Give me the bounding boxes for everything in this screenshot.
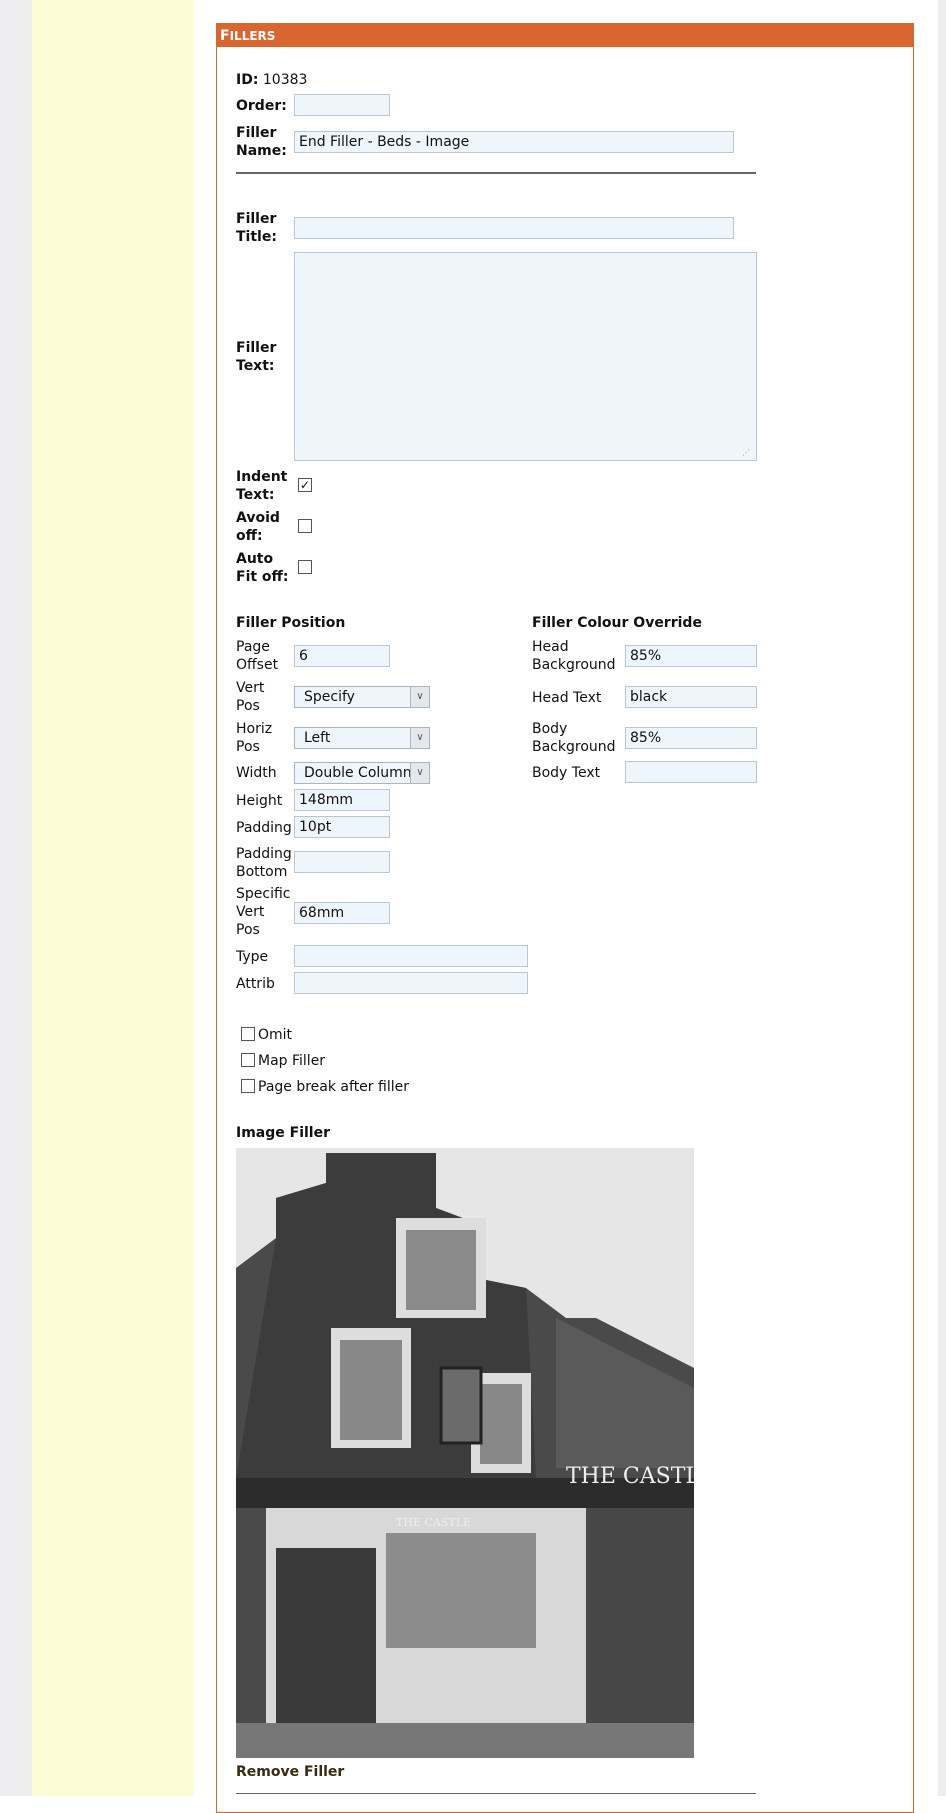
resize-grip-icon[interactable]: ⋰ <box>742 449 752 459</box>
body-background-label: Body Background <box>532 721 616 755</box>
specific-vert-pos-label: Specific Vert Pos <box>236 886 291 938</box>
height-input[interactable]: 148mm <box>294 789 390 811</box>
vert-pos-label: Vert Pos <box>236 680 265 714</box>
head-text-input[interactable]: black <box>625 686 757 708</box>
auto-fit-off-checkbox[interactable] <box>298 560 312 574</box>
body-text-label: Body Text <box>532 765 601 781</box>
id-row: ID: 10383 <box>236 72 307 88</box>
indent-text-checkbox[interactable]: ✓ <box>298 478 312 492</box>
page-break-label: Page break after filler <box>258 1079 409 1095</box>
image-filler-heading: Image Filler <box>236 1125 330 1141</box>
map-filler-label: Map Filler <box>258 1053 326 1069</box>
filler-name-label: Filler Name: <box>236 125 287 159</box>
divider <box>236 172 756 174</box>
filler-text-label: Filler Text: <box>236 340 277 374</box>
height-label: Height <box>236 793 283 809</box>
id-label: ID: <box>236 72 259 88</box>
pub-photo: THE CASTLE THE CASTLE <box>236 1148 694 1758</box>
avoid-off-checkbox[interactable] <box>298 519 312 533</box>
head-background-input[interactable]: 85% <box>625 645 757 667</box>
filler-image: THE CASTLE THE CASTLE <box>236 1148 694 1758</box>
omit-checkbox[interactable] <box>241 1027 255 1041</box>
chevron-down-icon: ∨ <box>410 687 429 707</box>
checkmark-icon: ✓ <box>299 478 311 492</box>
attrib-label: Attrib <box>236 976 275 992</box>
auto-fit-off-label: Auto Fit off: <box>236 551 289 585</box>
filler-position-heading: Filler Position <box>236 615 346 631</box>
sidebar <box>32 0 194 1796</box>
width-label: Width <box>236 765 277 781</box>
avoid-off-label: Avoid off: <box>236 510 280 544</box>
panel-header: FILLERS <box>217 23 913 47</box>
omit-label: Omit <box>258 1027 293 1043</box>
fascia-text: THE CASTLE <box>396 1516 471 1529</box>
pub-sign-text: THE CASTLE <box>566 1464 694 1489</box>
attrib-input[interactable] <box>294 972 528 994</box>
map-filler-checkbox[interactable] <box>241 1053 255 1067</box>
padding-input[interactable]: 10pt <box>294 816 390 838</box>
filler-title-label: Filler Title: <box>236 211 277 245</box>
head-text-label: Head Text <box>532 690 602 706</box>
filler-text-textarea[interactable] <box>294 252 757 461</box>
order-label: Order: <box>236 98 287 114</box>
padding-bottom-label: Padding Bottom <box>236 846 292 880</box>
remove-filler-link[interactable]: Remove Filler <box>236 1764 344 1780</box>
filler-colour-override-heading: Filler Colour Override <box>532 615 702 631</box>
type-label: Type <box>236 949 269 965</box>
type-input[interactable] <box>294 945 528 967</box>
vert-pos-select[interactable]: Specify ∨ <box>294 686 430 708</box>
chevron-down-icon: ∨ <box>410 728 429 748</box>
padding-bottom-input[interactable] <box>294 851 390 873</box>
left-gutter <box>0 0 32 1796</box>
horiz-pos-label: Horiz Pos <box>236 721 273 755</box>
order-input[interactable] <box>294 94 390 116</box>
width-select[interactable]: Double Column ∨ <box>294 762 430 784</box>
page-offset-label: Page Offset <box>236 639 279 673</box>
body-text-input[interactable] <box>625 761 757 783</box>
head-background-label: Head Background <box>532 639 616 673</box>
filler-name-input[interactable]: End Filler - Beds - Image <box>294 131 734 153</box>
horiz-pos-select[interactable]: Left ∨ <box>294 727 430 749</box>
page-offset-input[interactable]: 6 <box>294 645 390 667</box>
right-gutter <box>938 0 946 1796</box>
chevron-down-icon: ∨ <box>410 763 429 783</box>
specific-vert-pos-input[interactable]: 68mm <box>294 902 390 924</box>
indent-text-label: Indent Text: <box>236 469 288 503</box>
body-background-input[interactable]: 85% <box>625 727 757 749</box>
bottom-divider <box>236 1793 756 1794</box>
padding-label: Padding <box>236 820 292 836</box>
id-value: 10383 <box>262 72 308 88</box>
filler-title-input[interactable] <box>294 217 734 239</box>
page-break-checkbox[interactable] <box>241 1079 255 1093</box>
